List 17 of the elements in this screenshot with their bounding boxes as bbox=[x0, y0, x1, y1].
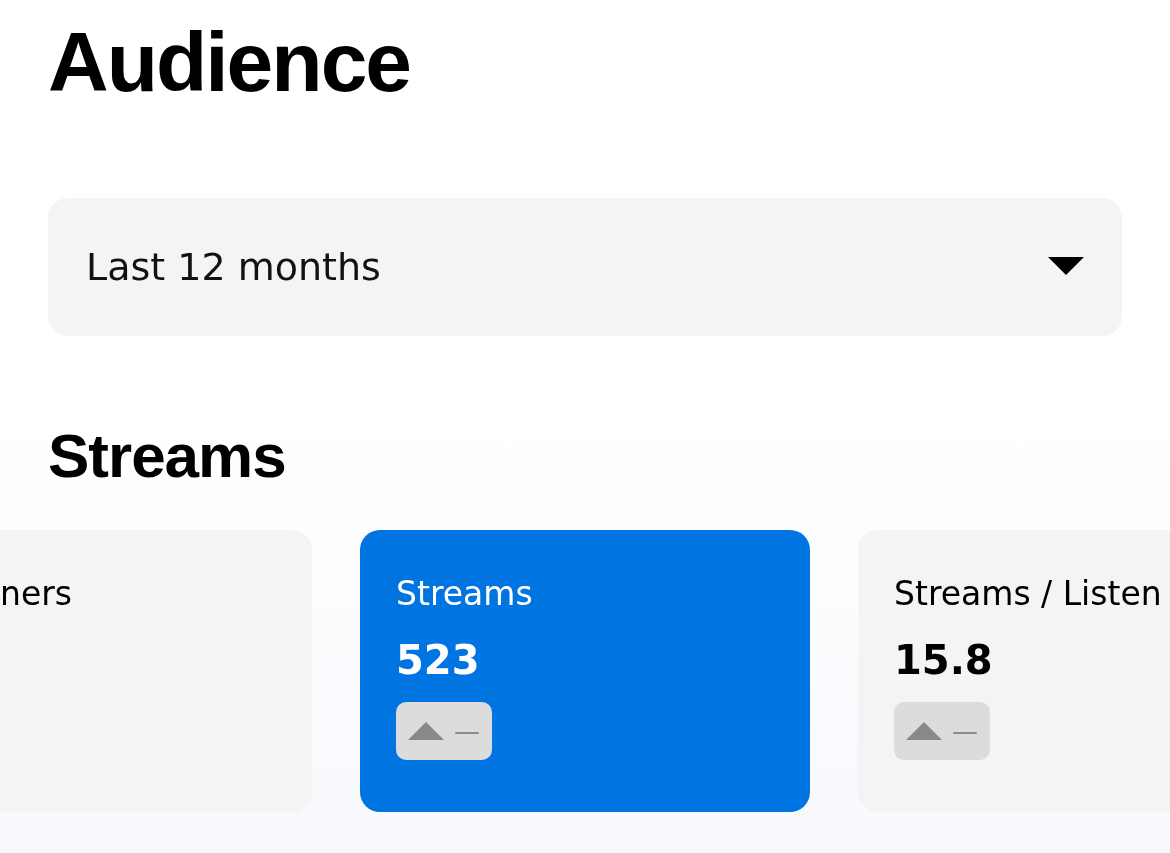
metric-card[interactable]: ners bbox=[0, 530, 312, 812]
metric-label: Streams bbox=[396, 574, 533, 614]
metric-value: 523 bbox=[396, 636, 480, 684]
change-value: — bbox=[454, 716, 480, 746]
metric-value: 15.8 bbox=[894, 636, 993, 684]
triangle-up-icon bbox=[906, 722, 942, 740]
dropdown-value: Last 12 months bbox=[86, 245, 381, 289]
triangle-up-icon bbox=[408, 722, 444, 740]
period-dropdown[interactable]: Last 12 months bbox=[48, 198, 1122, 336]
metric-card[interactable]: Streams 523 — bbox=[360, 530, 810, 812]
section-heading: Streams bbox=[48, 420, 286, 492]
page-title: Audience bbox=[48, 14, 411, 111]
metric-label: ners bbox=[0, 574, 72, 614]
caret-icon bbox=[1048, 257, 1084, 277]
metric-label: Streams / Listen bbox=[894, 574, 1162, 614]
change-value: — bbox=[952, 716, 978, 746]
metric-card[interactable]: Streams / Listen 15.8 — bbox=[858, 530, 1170, 812]
